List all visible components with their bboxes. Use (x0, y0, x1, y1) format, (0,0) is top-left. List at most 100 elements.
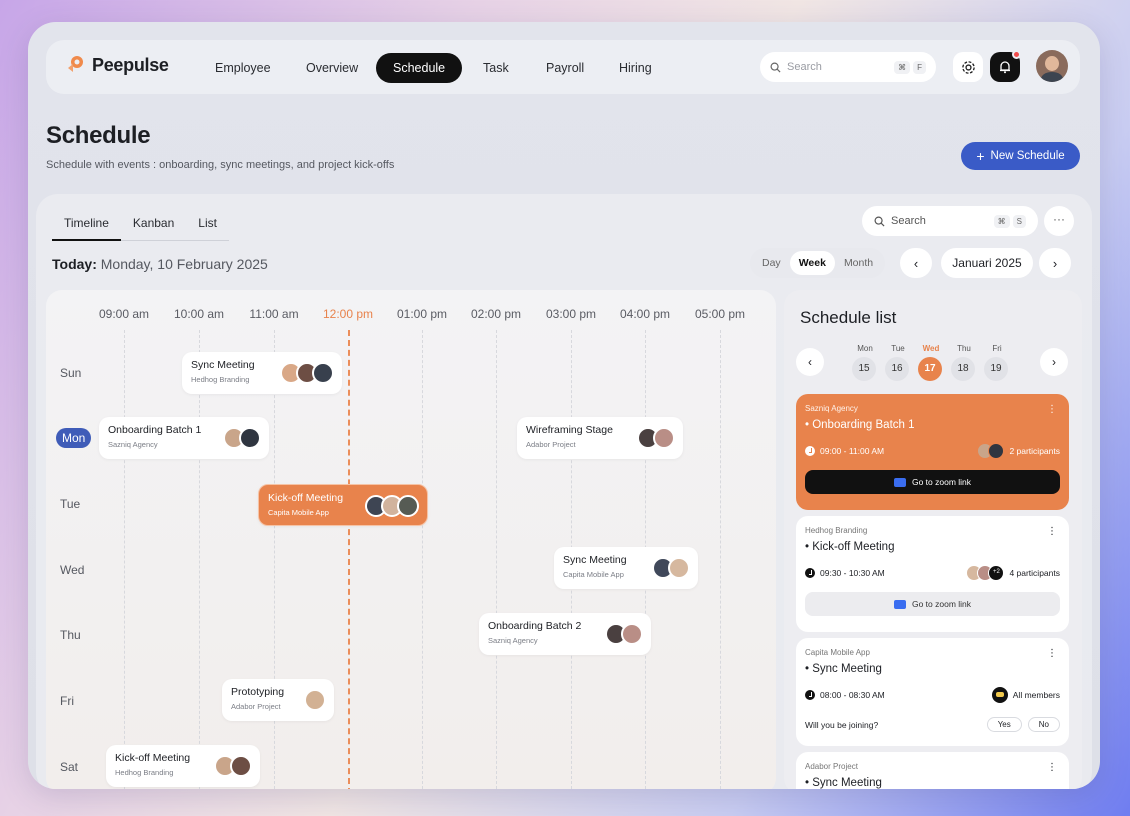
hour-label: 03:00 pm (545, 307, 597, 321)
card-participants: All members (1012, 690, 1060, 700)
weekday-fri[interactable]: Fri 19 (984, 344, 1010, 381)
avatar (239, 427, 261, 449)
settings-button[interactable] (953, 52, 983, 82)
range-selector: Day Week Month (750, 248, 886, 278)
hour-gridline (124, 330, 125, 789)
event-card[interactable]: Wireframing Stage Adabor Project (517, 417, 683, 459)
nav-overview[interactable]: Overview (289, 53, 375, 83)
weekday-tue[interactable]: Tue 16 (885, 344, 911, 381)
card-org: Adabor Project (805, 762, 858, 771)
range-day[interactable]: Day (753, 251, 790, 275)
weekday-thu[interactable]: Thu 18 (951, 344, 977, 381)
card-meta: 08:00 - 08:30 AM All members (805, 687, 1060, 703)
avatar (653, 427, 675, 449)
weekday-date: 16 (885, 357, 909, 381)
new-schedule-button[interactable]: + New Schedule (961, 142, 1080, 170)
weekday-name: Mon (857, 344, 873, 353)
tab-timeline[interactable]: Timeline (52, 210, 121, 241)
day-label-mon: Mon (56, 428, 92, 448)
zoom-link-button[interactable]: Go to zoom link (805, 592, 1060, 616)
hour-label: 04:00 pm (619, 307, 671, 321)
event-card[interactable]: Sync Meeting Hedhog Branding (182, 352, 342, 394)
top-nav: Peepulse Employee Overview Schedule Task… (46, 40, 1080, 94)
day-label-wed: Wed (60, 563, 85, 577)
more-vertical-icon[interactable]: ⋮ (1047, 404, 1057, 415)
card-org: Capita Mobile App (805, 648, 870, 657)
schedule-card[interactable]: Adabor Project ⋮ • Sync Meeting (796, 752, 1069, 789)
chevron-left-icon: ‹ (913, 255, 919, 271)
content-panel: Timeline Kanban List Search ⌘ S ··· Toda… (36, 194, 1092, 789)
clock-icon (805, 446, 815, 456)
hour-label: 01:00 pm (396, 307, 448, 321)
search-icon (874, 216, 885, 227)
tab-kanban[interactable]: Kanban (120, 210, 187, 241)
nav-hiring[interactable]: Hiring (602, 53, 669, 83)
schedule-card[interactable]: Hedhog Branding ⋮ • Kick-off Meeting 09:… (796, 516, 1069, 632)
event-card[interactable]: Prototyping Adabor Project (222, 679, 334, 721)
nav-employee[interactable]: Employee (198, 53, 288, 83)
today-date: Monday, 10 February 2025 (100, 256, 268, 272)
rsvp-row: Will you be joining? Yes No (805, 717, 1060, 732)
chevron-right-icon: › (1052, 255, 1058, 271)
event-card[interactable]: Onboarding Batch 1 Sazniq Agency (99, 417, 269, 459)
nav-payroll[interactable]: Payroll (529, 53, 601, 83)
rsvp-yes-button[interactable]: Yes (986, 717, 1022, 732)
weekday-date: 17 (918, 357, 942, 381)
avatar (988, 443, 1005, 459)
month-picker[interactable]: Januari 2025 (941, 248, 1033, 278)
zoom-icon (893, 477, 906, 487)
schedule-card[interactable]: Capita Mobile App ⋮ • Sync Meeting 08:00… (796, 638, 1069, 746)
event-card-highlighted[interactable]: Kick-off Meeting Capita Mobile App (258, 484, 428, 526)
zoom-label: Go to zoom link (911, 599, 972, 609)
prev-week-button[interactable]: ‹ (796, 348, 824, 376)
rsvp-question: Will you be joining? (805, 719, 879, 730)
weekday-name: Thu (957, 344, 971, 353)
search-shortcut: ⌘ S (993, 214, 1026, 228)
nav-task[interactable]: Task (466, 53, 526, 83)
card-org: Sazniq Agency (805, 404, 858, 413)
clock-icon (805, 568, 815, 578)
next-month-button[interactable]: › (1039, 248, 1071, 278)
hour-label: 10:00 am (173, 307, 225, 321)
nav-search-input[interactable]: Search ⌘ F (760, 52, 936, 82)
event-card[interactable]: Sync Meeting Capita Mobile App (554, 547, 698, 589)
card-avatars (977, 443, 1005, 459)
schedule-card-highlighted[interactable]: Sazniq Agency ⋮ • Onboarding Batch 1 09:… (796, 394, 1069, 510)
more-vertical-icon[interactable]: ⋮ (1047, 648, 1057, 659)
more-vertical-icon[interactable]: ⋮ (1047, 762, 1057, 773)
hour-label: 09:00 am (98, 307, 150, 321)
zoom-label: Go to zoom link (911, 477, 972, 487)
card-title: • Onboarding Batch 1 (805, 419, 915, 431)
user-avatar[interactable] (1036, 50, 1068, 82)
more-options-button[interactable]: ··· (1044, 206, 1074, 236)
zoom-link-button[interactable]: Go to zoom link (805, 470, 1060, 494)
range-week[interactable]: Week (789, 251, 835, 275)
weekday-mon[interactable]: Mon 15 (852, 344, 878, 381)
hour-label: 11:00 am (249, 307, 299, 321)
event-card[interactable]: Kick-off Meeting Hedhog Branding (106, 745, 260, 787)
weekday-name: Wed (922, 344, 940, 353)
notification-button[interactable] (990, 50, 1021, 82)
chat-icon (991, 687, 1008, 703)
next-week-button[interactable]: › (1040, 348, 1068, 376)
weekday-wed[interactable]: Wed 17 (918, 344, 944, 381)
range-month[interactable]: Month (835, 251, 882, 275)
new-schedule-label: New Schedule (990, 150, 1065, 162)
panel-search-input[interactable]: Search ⌘ S (862, 206, 1038, 236)
prev-month-button[interactable]: ‹ (900, 248, 932, 278)
event-avatars (637, 427, 675, 449)
rsvp-no-button[interactable]: No (1027, 717, 1060, 732)
today-label: Today: Monday, 10 February 2025 (52, 256, 268, 272)
more-vertical-icon[interactable]: ⋮ (1047, 526, 1057, 537)
search-shortcut: ⌘ F (894, 60, 926, 74)
shortcut-key: S (1012, 214, 1026, 228)
nav-schedule[interactable]: Schedule (376, 53, 463, 83)
card-time: 09:00 - 11:00 AM (820, 446, 885, 456)
card-meta: 09:00 - 11:00 AM 2 participants (805, 443, 1060, 459)
bell-icon (1000, 61, 1010, 74)
event-avatars (280, 362, 334, 384)
logo[interactable]: Peepulse (64, 54, 169, 76)
tab-list[interactable]: List (186, 210, 229, 241)
event-card[interactable]: Onboarding Batch 2 Sazniq Agency (479, 613, 651, 655)
weekday-date: 15 (852, 357, 876, 381)
